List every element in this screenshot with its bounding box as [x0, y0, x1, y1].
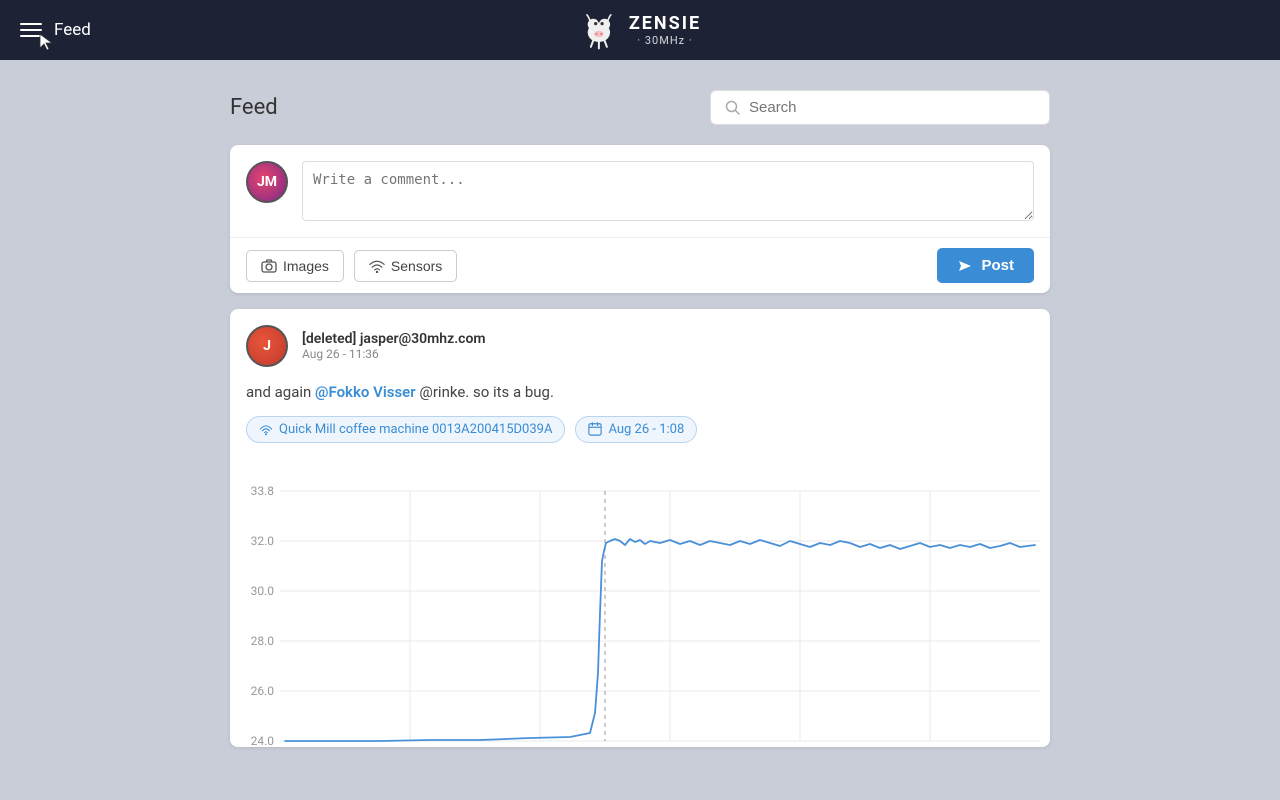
- post-button[interactable]: Post: [937, 248, 1034, 283]
- post-text-suffix: @rinke. so its a bug.: [416, 383, 554, 401]
- post-body: and again @Fokko Visser @rinke. so its a…: [230, 377, 1050, 416]
- search-box[interactable]: [710, 90, 1050, 125]
- sensors-button[interactable]: Sensors: [354, 250, 457, 282]
- sensor-tag-label: Quick Mill coffee machine 0013A200415D03…: [279, 422, 552, 437]
- wifi-icon: [369, 259, 385, 273]
- svg-text:24.0: 24.0: [251, 734, 275, 747]
- compose-toolbar: Images Sensors Post: [230, 237, 1050, 293]
- post-avatar: J: [246, 325, 288, 367]
- page-title: Feed: [230, 95, 278, 120]
- post-tags: Quick Mill coffee machine 0013A200415D03…: [230, 416, 1050, 457]
- post-mention: @Fokko Visser: [315, 383, 416, 401]
- post-text-prefix: and again: [246, 383, 315, 401]
- date-tag-label: Aug 26 - 1:08: [608, 422, 684, 437]
- menu-button[interactable]: [20, 23, 42, 37]
- brand-name: ZENSIE: [629, 13, 701, 34]
- nav-left: Feed: [20, 20, 91, 40]
- page-header: Feed: [230, 90, 1050, 125]
- content-wrapper: Feed JM: [230, 90, 1050, 747]
- search-icon: [725, 100, 741, 116]
- current-user-avatar: JM: [246, 161, 288, 203]
- sensor-tag[interactable]: Quick Mill coffee machine 0013A200415D03…: [246, 416, 565, 443]
- compose-card: JM Images: [230, 145, 1050, 293]
- post-header: J [deleted] jasper@30mhz.com Aug 26 - 11…: [230, 309, 1050, 377]
- chart-svg: 33.8 32.0 30.0 28.0 26.0 24.0: [230, 473, 1050, 747]
- svg-text:30.0: 30.0: [251, 584, 275, 598]
- calendar-icon: [588, 422, 602, 436]
- send-icon: [957, 259, 973, 273]
- brand-text: ZENSIE · 30MHz ·: [629, 13, 701, 47]
- svg-text:26.0: 26.0: [251, 684, 275, 698]
- images-button[interactable]: Images: [246, 250, 344, 282]
- post-meta: [deleted] jasper@30mhz.com Aug 26 - 11:3…: [302, 331, 486, 361]
- camera-icon: [261, 259, 277, 273]
- brand-center: ZENSIE · 30MHz ·: [579, 10, 701, 50]
- brand-sub: · 30MHz ·: [637, 34, 692, 47]
- topnav: Feed ZENSIE · 30MHz ·: [0, 0, 1280, 60]
- chart-container: 33.8 32.0 30.0 28.0 26.0 24.0: [230, 457, 1050, 747]
- svg-text:33.8: 33.8: [251, 484, 275, 498]
- nav-title: Feed: [54, 20, 91, 40]
- brand-logo: [579, 10, 619, 50]
- svg-text:28.0: 28.0: [251, 634, 275, 648]
- post-time: Aug 26 - 11:36: [302, 347, 486, 361]
- svg-text:32.0: 32.0: [251, 534, 275, 548]
- sensor-tag-icon: [259, 422, 273, 436]
- main-content: Feed JM: [0, 60, 1280, 747]
- search-input[interactable]: [749, 99, 1035, 116]
- compose-input[interactable]: [302, 161, 1034, 221]
- date-tag[interactable]: Aug 26 - 1:08: [575, 416, 697, 443]
- post-author: [deleted] jasper@30mhz.com: [302, 331, 486, 347]
- post-card: J [deleted] jasper@30mhz.com Aug 26 - 11…: [230, 309, 1050, 747]
- compose-area: JM: [230, 145, 1050, 237]
